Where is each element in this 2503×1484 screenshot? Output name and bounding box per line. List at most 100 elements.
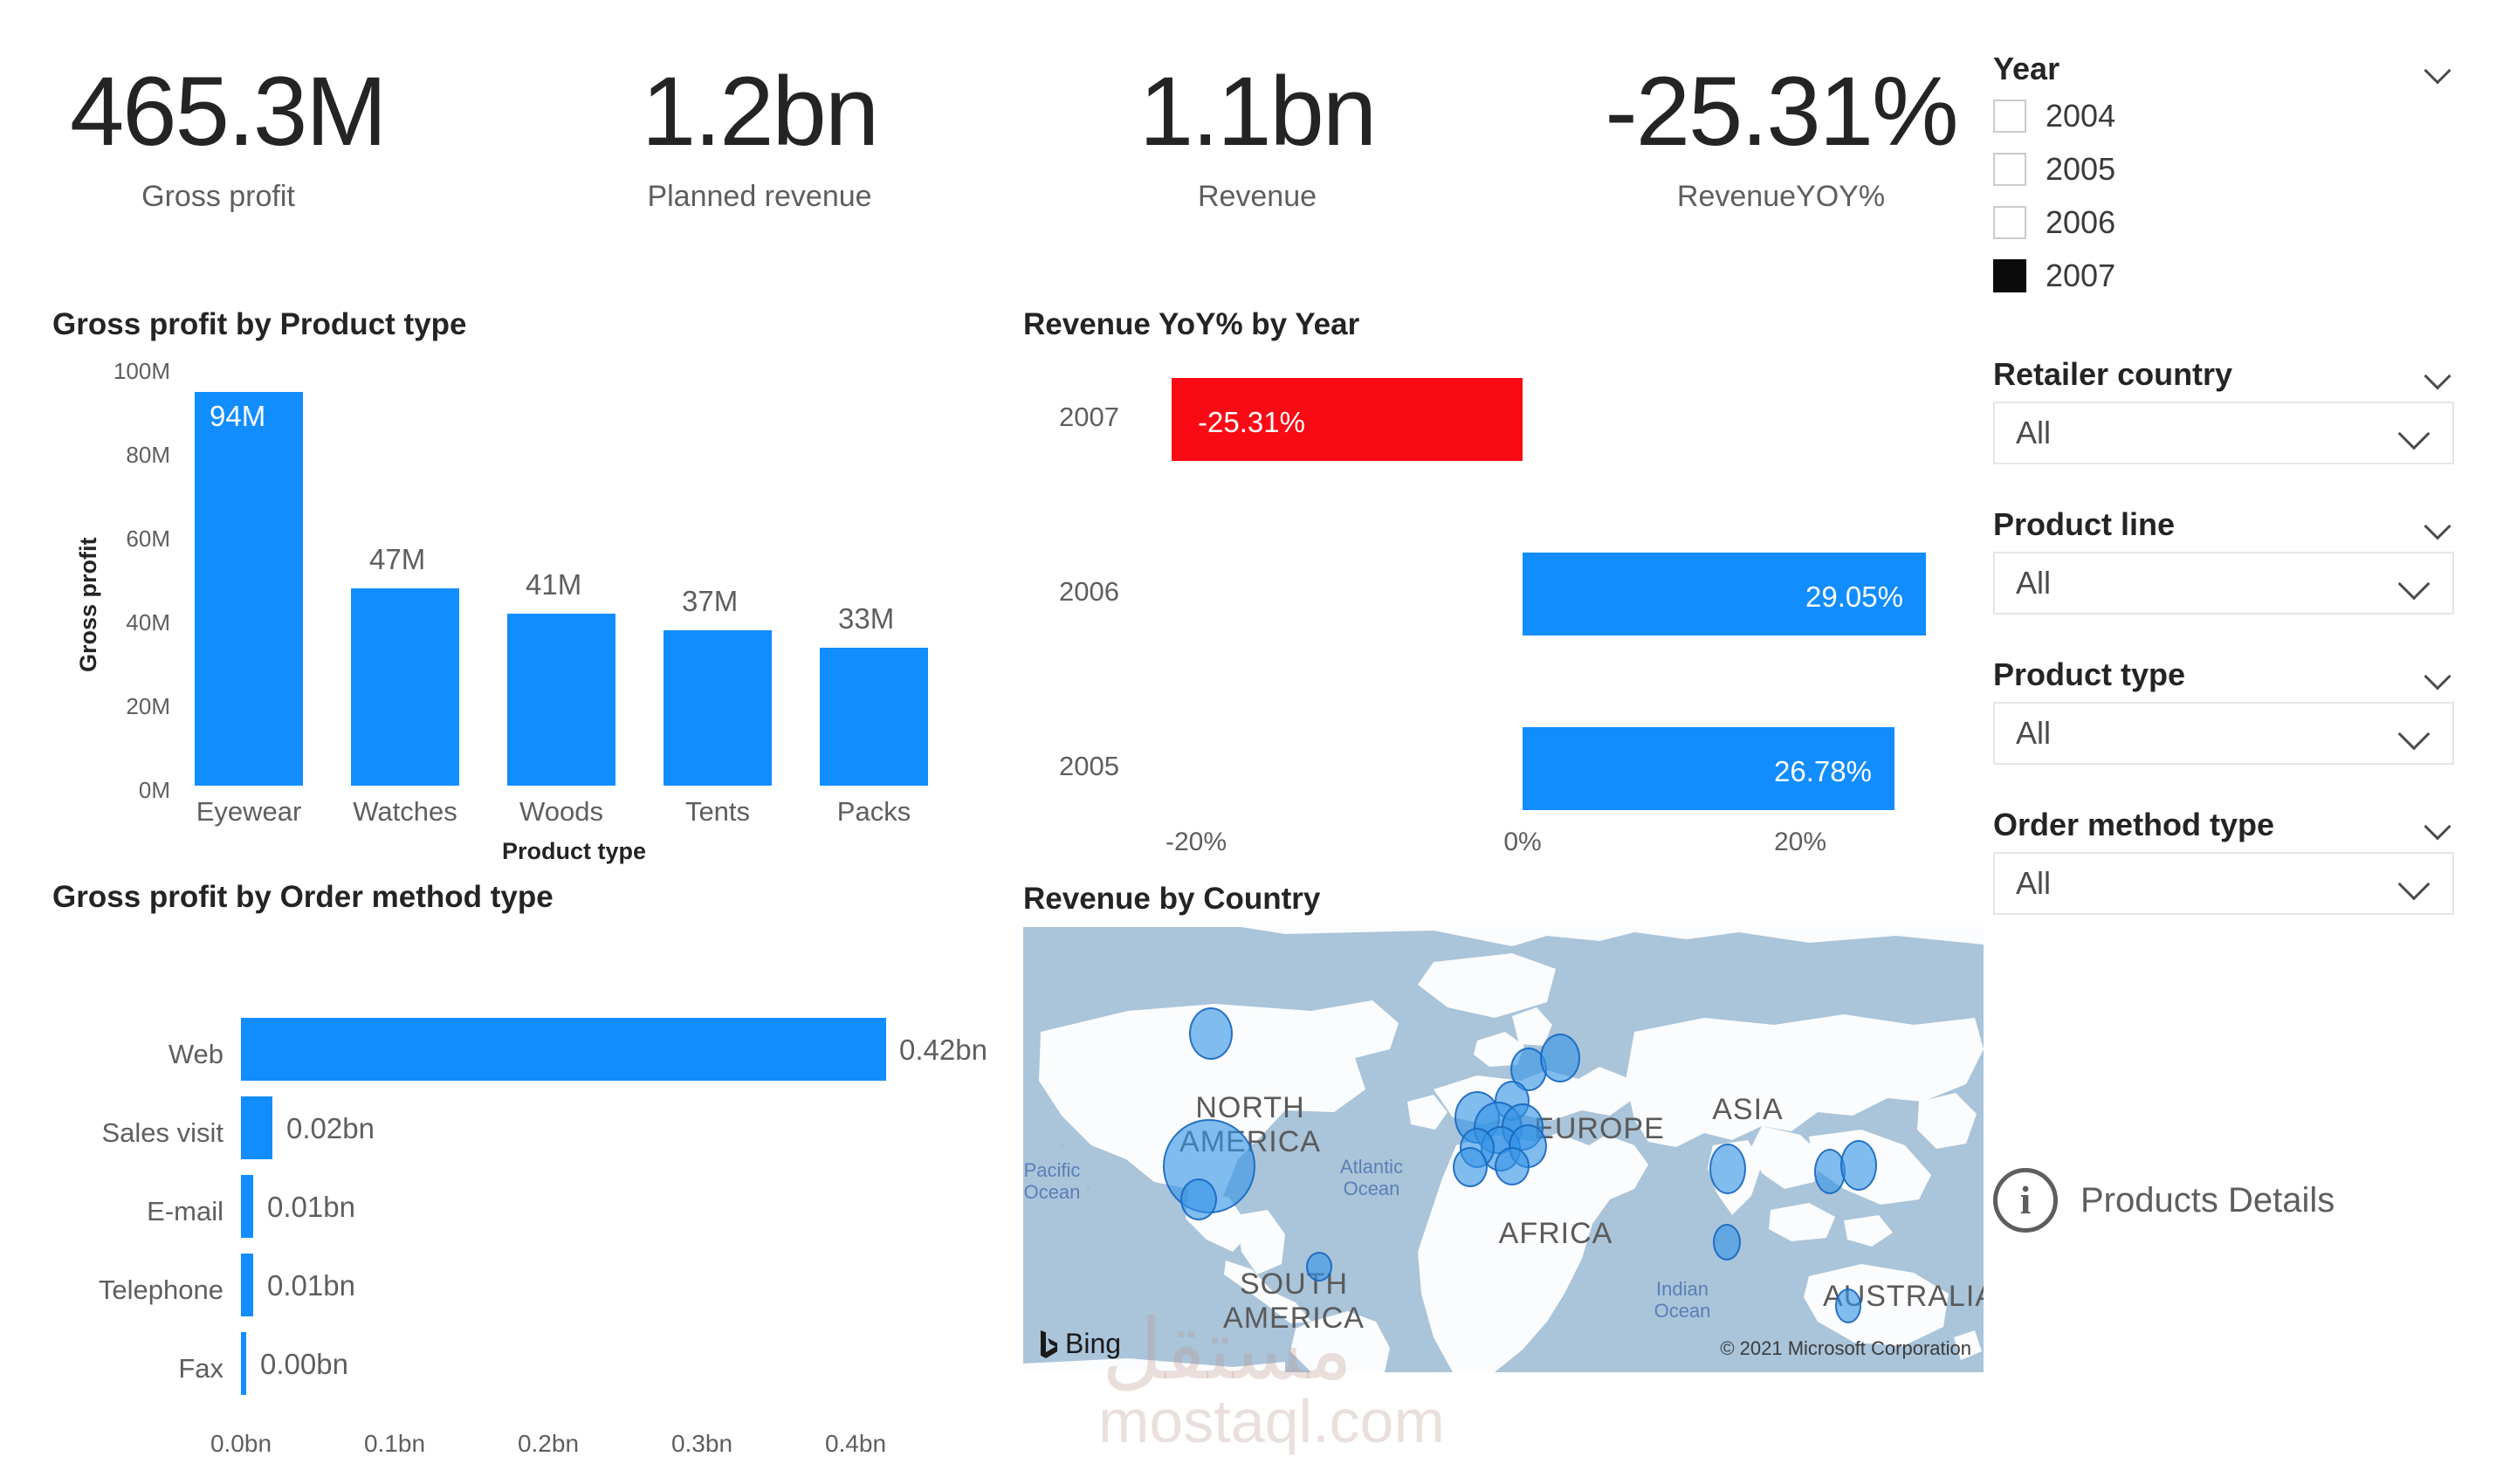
kpi-value: -25.31% (1605, 57, 1958, 166)
map-bubble[interactable] (1709, 1144, 1746, 1194)
report-canvas: 465.3M Gross profit 1.2bn Planned revenu… (0, 0, 2503, 1484)
bar-value-label: 0.01bn (267, 1191, 355, 1223)
slicer-rail: Year 2004 2005 2006 2007 Retailer countr… (1993, 49, 2454, 915)
kpi-card-revenue[interactable]: 1.1bn Revenue (1109, 63, 1406, 214)
slicer-year[interactable]: Year 2004 2005 2006 2007 (1993, 49, 2454, 302)
map-revenue-by-country[interactable]: NORTH AMERICA EUROPE ASIA AFRICA SOUTH AME… (1023, 927, 1984, 1372)
slicer-item-label: 2007 (2046, 257, 2116, 293)
dropdown-order-method-type[interactable]: All (1993, 852, 2454, 915)
y-axis-category: E-mail (147, 1196, 223, 1226)
products-details-button[interactable]: i Products Details (1993, 1168, 2335, 1233)
map-bubble[interactable] (1189, 1007, 1233, 1060)
checkbox-icon[interactable] (1993, 152, 2026, 186)
chart-gross-profit-by-order-method-type[interactable]: Web Sales visit E-mail Telephone Fax 0.4… (52, 934, 995, 1457)
slicer-year-header[interactable]: Year (1993, 49, 2454, 89)
checkbox-icon-checked[interactable] (1993, 258, 2026, 292)
y-axis-category: Web (168, 1039, 223, 1069)
kpi-card-revenue-yoy[interactable]: -25.31% RevenueYOY% (1580, 63, 1982, 214)
x-axis-tick: 20% (1773, 828, 1827, 856)
slicer-item-2004[interactable]: 2004 (1993, 89, 2454, 142)
bar-web[interactable] (241, 1018, 886, 1081)
slicer-retailer-country-header[interactable]: Retailer country (1993, 354, 2454, 395)
map-label-indian-ocean: Indian Ocean (1654, 1278, 1711, 1323)
dropdown-value: All (2016, 415, 2052, 450)
slicer-order-method-type[interactable]: Order method type All (1993, 805, 2454, 915)
chart-gross-profit-by-product-type[interactable]: Gross profit 100M 80M 60M 40M 20M 0M 94M… (52, 349, 995, 873)
bar-value-label: 29.05% (1805, 581, 1903, 613)
x-axis-category: Packs (836, 796, 911, 827)
dropdown-value: All (2016, 865, 2052, 901)
bar-tents[interactable] (664, 630, 772, 786)
slicer-item-2006[interactable]: 2006 (1993, 196, 2454, 249)
bing-label: Bing (1065, 1328, 1122, 1359)
slicer-title: Retailer country (1993, 356, 2233, 392)
map-bubble[interactable] (1840, 1140, 1877, 1191)
map-bubble[interactable] (1835, 1288, 1861, 1323)
slicer-product-type-header[interactable]: Product type (1993, 655, 2454, 695)
chevron-down-icon[interactable] (2398, 423, 2433, 443)
slicer-title: Order method type (1993, 807, 2275, 842)
info-icon: i (1993, 1168, 2058, 1233)
watermark-latin: mostaql.com (1098, 1387, 1445, 1455)
chevron-down-icon[interactable] (2424, 816, 2454, 834)
kpi-card-gross-profit[interactable]: 465.3M Gross profit (70, 63, 388, 214)
map-bubble[interactable] (1180, 1178, 1217, 1220)
x-axis-category: Woods (519, 796, 603, 827)
slicer-product-line-header[interactable]: Product line (1993, 505, 2454, 545)
chevron-down-icon[interactable] (2398, 573, 2433, 594)
kpi-card-planned-revenue[interactable]: 1.2bn Planned revenue (611, 63, 908, 214)
slicer-product-line[interactable]: Product line All (1993, 505, 2454, 615)
x-axis-tick: -20% (1165, 828, 1227, 856)
chevron-down-icon[interactable] (2424, 516, 2454, 533)
chevron-down-icon[interactable] (2424, 366, 2454, 383)
chevron-down-icon[interactable] (2424, 666, 2454, 684)
y-axis-tick: 80M (126, 442, 170, 468)
bar-eyewear[interactable] (195, 392, 303, 786)
map-bubble[interactable] (1306, 1252, 1332, 1281)
slicer-retailer-country[interactable]: Retailer country All (1993, 354, 2454, 464)
chevron-down-icon[interactable] (2398, 723, 2433, 744)
bing-logo[interactable]: Bing (1039, 1328, 1121, 1360)
checkbox-icon[interactable] (1993, 205, 2026, 239)
map-bubble[interactable] (1540, 1034, 1580, 1082)
slicer-item-2007[interactable]: 2007 (1993, 249, 2454, 302)
dropdown-retailer-country[interactable]: All (1993, 402, 2454, 464)
bar-watches[interactable] (351, 588, 459, 786)
y-axis-category: Fax (178, 1353, 223, 1384)
y-axis-category: 2005 (1059, 751, 1119, 781)
y-axis-tick: 0M (138, 777, 170, 803)
dropdown-product-line[interactable]: All (1993, 552, 2454, 615)
slicer-order-method-type-header[interactable]: Order method type (1993, 805, 2454, 845)
bar-sales-visit[interactable] (241, 1096, 272, 1159)
checkbox-icon[interactable] (1993, 99, 2026, 133)
chevron-down-icon[interactable] (2424, 60, 2454, 78)
kpi-label: Gross profit (141, 180, 295, 213)
map-bubble[interactable] (1495, 1147, 1530, 1185)
y-axis-tick: 20M (126, 693, 170, 719)
slicer-item-label: 2004 (2046, 97, 2116, 134)
bar-value-label: 0.01bn (267, 1269, 355, 1302)
map-bubble[interactable] (1453, 1147, 1488, 1187)
slicer-product-type[interactable]: Product type All (1993, 655, 2454, 765)
slicer-item-2005[interactable]: 2005 (1993, 142, 2454, 196)
map-label-africa: AFRICA (1498, 1217, 1613, 1250)
bar-packs[interactable] (820, 648, 928, 786)
x-axis-tick: 0% (1503, 828, 1542, 856)
bar-fax[interactable] (241, 1332, 246, 1395)
map-label-pacific-ocean: Pacific Ocean (1023, 1159, 1081, 1204)
slicer-title: Product type (1993, 656, 2186, 692)
chart-revenue-yoy-by-year[interactable]: 2007 2006 2005 -25.31% 29.05% 26.78% -20… (1023, 349, 1984, 873)
bar-value-label: 37M (682, 585, 739, 617)
bar-value-label: 0.42bn (899, 1034, 987, 1066)
products-details-label: Products Details (2080, 1180, 2335, 1219)
x-axis-tick: 0.1bn (363, 1430, 426, 1457)
map-bubble[interactable] (1713, 1224, 1741, 1261)
y-axis-category: Telephone (98, 1274, 223, 1305)
chevron-down-icon[interactable] (2398, 873, 2433, 894)
x-axis-category: Eyewear (196, 796, 302, 827)
dropdown-product-type[interactable]: All (1993, 702, 2454, 765)
bar-woods[interactable] (507, 614, 615, 786)
y-axis-tick: 40M (126, 609, 170, 636)
bar-telephone[interactable] (241, 1254, 253, 1316)
bar-email[interactable] (241, 1175, 253, 1238)
